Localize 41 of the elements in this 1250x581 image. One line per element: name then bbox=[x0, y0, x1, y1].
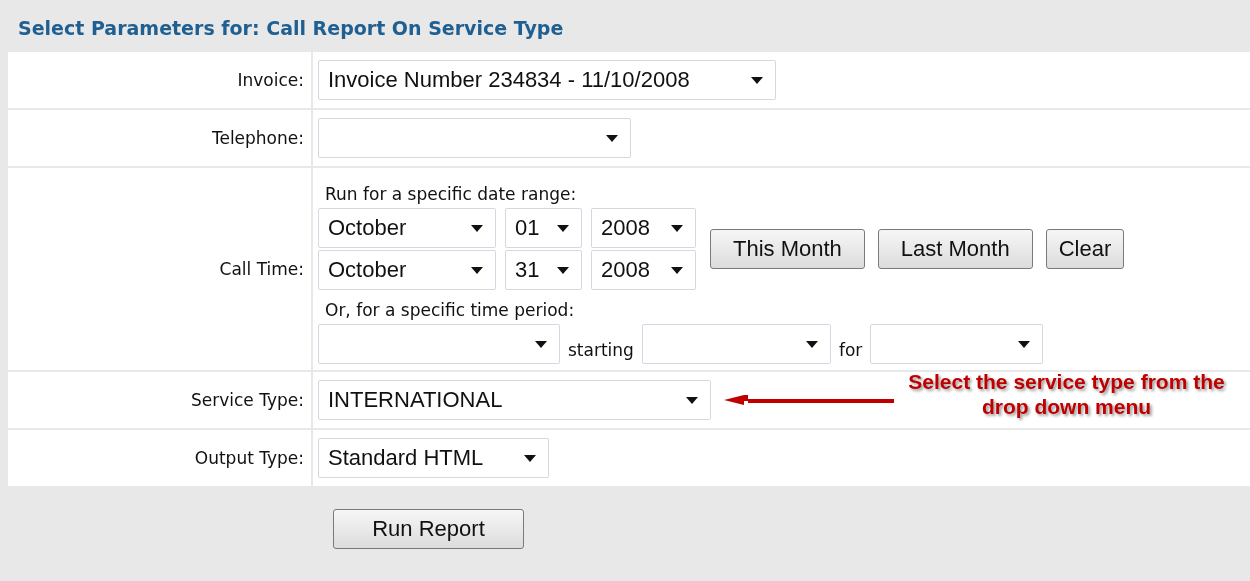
caret-icon bbox=[471, 224, 483, 232]
date-dropdown[interactable]: October bbox=[318, 208, 496, 248]
caret-icon bbox=[671, 224, 683, 232]
caret-icon bbox=[606, 134, 618, 142]
period-word: starting bbox=[568, 339, 634, 360]
caret-icon bbox=[1018, 340, 1031, 348]
field-label: Call Time: bbox=[219, 259, 304, 279]
field-label: Invoice: bbox=[237, 70, 304, 90]
caret-icon bbox=[471, 266, 483, 274]
date-dropdown[interactable]: October bbox=[318, 250, 496, 290]
caret-icon bbox=[524, 454, 536, 462]
annotation-text: Select the service type from the drop down menu bbox=[907, 368, 1226, 420]
period-dropdown[interactable] bbox=[870, 324, 1044, 364]
caret-icon bbox=[557, 266, 569, 274]
field-label: Telephone: bbox=[211, 128, 304, 148]
field-label: Output Type: bbox=[194, 448, 304, 468]
date-dropdown[interactable]: 2008 bbox=[591, 250, 696, 290]
dropdown[interactable]: Standard HTML bbox=[318, 438, 549, 478]
period-dropdown[interactable] bbox=[641, 324, 831, 364]
date-dropdown[interactable]: 01 bbox=[505, 208, 582, 248]
dropdown[interactable]: Invoice Number 234834 - 11/10/2008 bbox=[318, 60, 776, 100]
date-dropdown[interactable]: 2008 bbox=[591, 208, 696, 248]
range-button[interactable]: This Month bbox=[710, 229, 865, 269]
caret-icon bbox=[686, 396, 698, 404]
range-button[interactable]: Last Month bbox=[877, 229, 1033, 269]
dropdown[interactable]: INTERNATIONAL bbox=[318, 380, 711, 420]
range-label: Run for a specific date range: bbox=[324, 183, 578, 206]
dropdown[interactable] bbox=[318, 118, 631, 158]
period-word: for bbox=[838, 339, 863, 360]
caret-icon bbox=[671, 266, 683, 274]
caret-icon bbox=[535, 340, 547, 348]
field-label: Service Type: bbox=[191, 390, 304, 410]
caret-icon bbox=[805, 340, 818, 348]
form-title: Select Parameters for: Call Report On Service Type bbox=[17, 16, 565, 41]
run-report-button[interactable]: Run Report bbox=[333, 509, 524, 549]
date-dropdown[interactable]: 31 bbox=[505, 250, 582, 290]
period-label: Or, for a specific time period: bbox=[324, 299, 576, 322]
range-button[interactable]: Clear bbox=[1045, 229, 1125, 269]
period-dropdown[interactable] bbox=[318, 324, 560, 364]
caret-icon bbox=[751, 76, 763, 84]
caret-icon bbox=[557, 224, 569, 232]
